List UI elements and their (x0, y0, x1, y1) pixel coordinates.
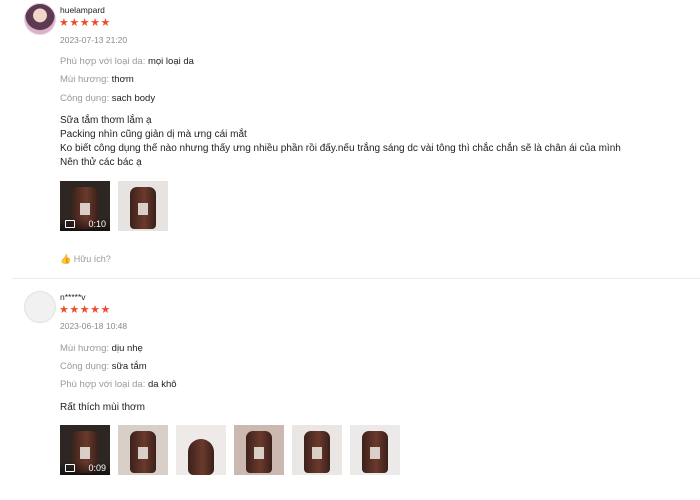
default-avatar-icon[interactable] (24, 291, 56, 323)
video-camera-icon (65, 464, 75, 472)
review-photo-thumbnail[interactable] (118, 181, 168, 231)
attr-key: Phù hợp với loại da: (60, 56, 146, 67)
attr-scent: Mùi hương: thơm (60, 74, 134, 85)
review-text-line: Ko biết công dụng thế nào nhưng thấy ưng… (60, 143, 621, 154)
video-duration: 0:10 (88, 219, 106, 229)
review-timestamp: 2023-06-18 10:48 (60, 321, 128, 331)
review-video-thumbnail[interactable]: 0:09 (60, 425, 110, 475)
review-text-line: Rất thích mùi thơm (60, 402, 145, 413)
thumbs-up-icon: 👍 (60, 254, 72, 264)
review-photo-thumbnail[interactable] (118, 425, 168, 475)
video-duration: 0:09 (88, 463, 106, 473)
attr-value: thơm (111, 74, 134, 85)
attr-usage: Công dụng: sữa tắm (60, 361, 147, 372)
attr-key: Mùi hương: (60, 74, 110, 85)
review-timestamp: 2023-07-13 21:20 (60, 35, 128, 45)
attr-key: Mùi hương: (60, 343, 110, 354)
attr-key: Công dụng: (60, 361, 110, 372)
video-camera-icon (65, 220, 75, 228)
review-username: huelampard (60, 5, 105, 15)
review-text-line: Packing nhìn cũng giản dị mà ưng cái mắt (60, 129, 247, 140)
attr-usage: Công dụng: sach body (60, 93, 155, 104)
helpful-label: Hữu ích? (73, 254, 111, 264)
attr-skin-type: Phù hợp với loại da: da khô (60, 379, 177, 390)
bottle-label (138, 203, 148, 215)
review-video-thumbnail[interactable]: 0:10 (60, 181, 110, 231)
attr-key: Công dụng: (60, 93, 110, 104)
attr-skin-type: Phù hợp với loại da: mọi loại da (60, 56, 194, 67)
attr-value: dịu nhẹ (111, 343, 143, 354)
review-divider (12, 278, 700, 279)
review-username: n*****v (60, 292, 86, 302)
bottle-label (80, 203, 90, 215)
attr-key: Phù hợp với loại da: (60, 379, 146, 390)
rating-stars: ★★★★★ (59, 304, 111, 316)
helpful-button[interactable]: 👍 Hữu ích? (60, 254, 111, 265)
review-photo-thumbnail[interactable] (176, 425, 226, 475)
product-bottle-image (188, 439, 214, 475)
review-photo-thumbnail[interactable] (350, 425, 400, 475)
bottle-label (138, 447, 148, 459)
bottle-label (254, 447, 264, 459)
attr-value: mọi loại da (147, 56, 194, 67)
review-photo-thumbnail[interactable] (234, 425, 284, 475)
review-photo-thumbnail[interactable] (292, 425, 342, 475)
bottle-label (80, 447, 90, 459)
user-avatar[interactable] (24, 3, 56, 35)
attr-scent: Mùi hương: dịu nhẹ (60, 343, 143, 354)
review-text-line: Sữa tắm thơm lắm ạ (60, 115, 152, 126)
attr-value: sữa tắm (111, 361, 147, 372)
bottle-label (370, 447, 380, 459)
attr-value: da khô (147, 379, 177, 390)
review-text-line: Nên thử các bác ạ (60, 157, 142, 168)
bottle-label (312, 447, 322, 459)
attr-value: sach body (111, 93, 156, 104)
rating-stars: ★★★★★ (59, 17, 111, 29)
